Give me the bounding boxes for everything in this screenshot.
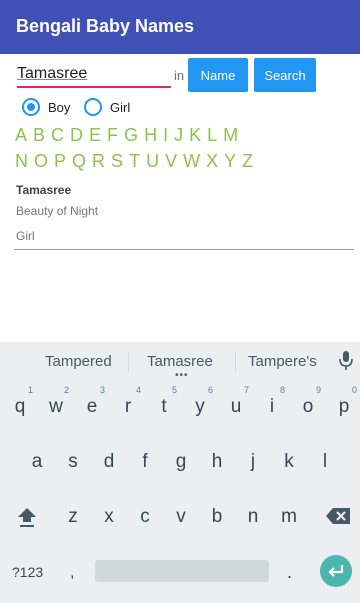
letter-link[interactable]: V xyxy=(165,151,177,172)
letter-link[interactable]: X xyxy=(206,151,218,172)
alphabet-row-1: A B C D E F G H I J K L M xyxy=(15,125,244,146)
key[interactable]: i xyxy=(257,396,287,418)
letter-link[interactable]: U xyxy=(146,151,159,172)
letter-link[interactable]: K xyxy=(189,125,201,146)
key[interactable]: n xyxy=(238,506,268,528)
divider xyxy=(235,352,236,372)
key-hint: 0 xyxy=(352,385,358,395)
key[interactable]: d xyxy=(94,451,124,473)
key-hint: 9 xyxy=(316,385,322,395)
letter-link[interactable]: C xyxy=(51,125,64,146)
key-hint: 6 xyxy=(208,385,214,395)
letter-link[interactable]: O xyxy=(34,151,48,172)
key[interactable]: w xyxy=(41,396,71,418)
key-hint: 3 xyxy=(100,385,106,395)
key-hint: 7 xyxy=(244,385,250,395)
letter-link[interactable]: A xyxy=(15,125,27,146)
backspace-icon[interactable] xyxy=(326,508,350,524)
key[interactable]: s xyxy=(58,451,88,473)
letter-link[interactable]: G xyxy=(124,125,138,146)
space-bar[interactable] xyxy=(95,560,269,582)
radio-boy-label: Boy xyxy=(48,99,71,115)
letter-link[interactable]: S xyxy=(111,151,123,172)
key-hint: 4 xyxy=(136,385,142,395)
suggestion[interactable]: Tampered xyxy=(45,353,112,370)
key-hint: 8 xyxy=(280,385,286,395)
key[interactable]: j xyxy=(238,451,268,473)
key[interactable]: k xyxy=(274,451,304,473)
name-button[interactable]: Name xyxy=(188,58,248,92)
letter-link[interactable]: D xyxy=(70,125,83,146)
letter-link[interactable]: Q xyxy=(72,151,86,172)
suggestion-strip: Tampered Tamasree Tampere's ••• xyxy=(0,342,360,381)
radio-girl-label: Girl xyxy=(110,99,131,115)
letter-link[interactable]: I xyxy=(163,125,168,146)
app-title: Bengali Baby Names xyxy=(16,16,195,36)
key[interactable]: c xyxy=(130,506,160,528)
letter-link[interactable]: J xyxy=(174,125,183,146)
result-gender: Girl xyxy=(16,229,35,243)
mic-icon[interactable] xyxy=(339,351,353,371)
soft-keyboard: Tampered Tamasree Tampere's ••• 1 2 3 4 … xyxy=(0,342,360,603)
letter-link[interactable]: M xyxy=(223,125,238,146)
suggestion[interactable]: Tampere's xyxy=(248,353,317,370)
result-meaning: Beauty of Night xyxy=(16,204,99,218)
key[interactable]: b xyxy=(202,506,232,528)
letter-link[interactable]: Z xyxy=(242,151,253,172)
letter-link[interactable]: R xyxy=(92,151,105,172)
key[interactable]: e xyxy=(77,396,107,418)
letter-link[interactable]: W xyxy=(183,151,200,172)
key[interactable]: h xyxy=(202,451,232,473)
more-suggestions-icon[interactable]: ••• xyxy=(175,370,189,381)
shift-icon[interactable] xyxy=(16,506,38,528)
key[interactable]: a xyxy=(22,451,52,473)
alphabet-row-2: N O P Q R S T U V W X Y Z xyxy=(15,151,259,172)
key[interactable]: o xyxy=(293,396,323,418)
letter-link[interactable]: B xyxy=(33,125,45,146)
result-name: Tamasree xyxy=(16,183,72,197)
key-hint: 5 xyxy=(172,385,178,395)
radio-girl[interactable]: Girl xyxy=(84,98,130,116)
key-hint: 1 xyxy=(28,385,34,395)
radio-boy[interactable]: Boy xyxy=(22,98,70,116)
letter-link[interactable]: E xyxy=(89,125,101,146)
key[interactable]: r xyxy=(113,396,143,418)
key[interactable]: p xyxy=(329,396,359,418)
comma-key[interactable]: , xyxy=(70,564,74,582)
key[interactable]: x xyxy=(94,506,124,528)
key-hint: 2 xyxy=(64,385,70,395)
divider xyxy=(128,352,129,372)
key[interactable]: y xyxy=(185,396,215,418)
key[interactable]: u xyxy=(221,396,251,418)
letter-link[interactable]: N xyxy=(15,151,28,172)
key[interactable]: l xyxy=(310,451,340,473)
radio-checked-icon xyxy=(22,98,40,116)
letter-link[interactable]: Y xyxy=(224,151,236,172)
letter-link[interactable]: H xyxy=(144,125,157,146)
letter-link[interactable]: L xyxy=(207,125,217,146)
period-key[interactable]: . xyxy=(287,562,292,583)
key[interactable]: f xyxy=(130,451,160,473)
letter-link[interactable]: F xyxy=(107,125,118,146)
key[interactable]: m xyxy=(274,506,304,528)
search-input[interactable] xyxy=(17,62,171,88)
key[interactable]: t xyxy=(149,396,179,418)
in-label: in xyxy=(174,68,185,83)
search-button[interactable]: Search xyxy=(254,58,316,92)
key[interactable]: z xyxy=(58,506,88,528)
result-divider xyxy=(14,249,354,250)
letter-link[interactable]: T xyxy=(129,151,140,172)
letter-link[interactable]: P xyxy=(54,151,66,172)
app-bar: Bengali Baby Names xyxy=(0,0,360,54)
suggestion[interactable]: Tamasree xyxy=(147,353,213,370)
key[interactable]: g xyxy=(166,451,196,473)
key[interactable]: v xyxy=(166,506,196,528)
enter-icon xyxy=(328,565,344,577)
symbols-key[interactable]: ?123 xyxy=(12,564,43,580)
radio-unchecked-icon xyxy=(84,98,102,116)
key[interactable]: q xyxy=(5,396,35,418)
enter-button[interactable] xyxy=(320,555,352,587)
